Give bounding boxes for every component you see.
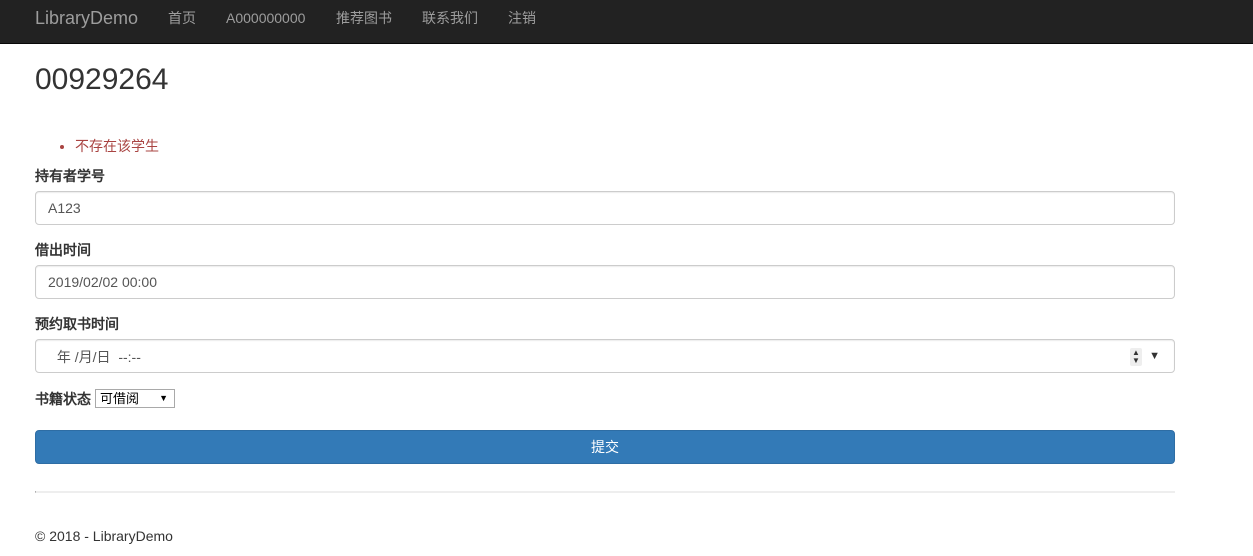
spinner-icon[interactable]: ▲ ▼ — [1130, 348, 1142, 366]
reserve-time-input[interactable]: 年 /月/日 --:-- ▲ ▼ ▼ — [35, 339, 1175, 373]
brand-link[interactable]: LibraryDemo — [35, 0, 138, 36]
top-navbar: LibraryDemo 首页 A000000000 推荐图书 联系我们 注销 — [0, 0, 1253, 44]
validation-summary: 不存在该学生 — [35, 136, 159, 156]
status-label: 书籍状态 — [35, 391, 91, 407]
select-caret-icon: ▼ — [159, 393, 168, 403]
nav-item-logout[interactable]: 注销 — [508, 0, 536, 36]
footer-divider — [35, 491, 1175, 493]
nav-item-recommended-books[interactable]: 推荐图书 — [336, 0, 392, 36]
status-selected-value: 可借阅 — [100, 391, 140, 406]
validation-error: 不存在该学生 — [75, 136, 159, 156]
reserve-time-label: 预约取书时间 — [35, 316, 119, 332]
page-title: 00929264 — [35, 63, 169, 96]
borrow-time-input[interactable] — [35, 265, 1175, 299]
holder-id-label: 持有者学号 — [35, 168, 105, 184]
borrow-time-label: 借出时间 — [35, 242, 91, 258]
footer-text: © 2018 - LibraryDemo — [35, 528, 173, 544]
nav-item-contact[interactable]: 联系我们 — [422, 0, 478, 36]
holder-id-input[interactable] — [35, 191, 1175, 225]
status-row: 书籍状态 可借阅 ▼ — [35, 389, 175, 409]
status-select[interactable]: 可借阅 ▼ — [95, 389, 175, 408]
nav-item-home[interactable]: 首页 — [168, 0, 196, 36]
reserve-time-placeholder: 年 /月/日 --:-- — [53, 349, 141, 365]
nav-item-account[interactable]: A000000000 — [226, 0, 305, 36]
dropdown-arrow-icon[interactable]: ▼ — [1149, 346, 1160, 366]
submit-button[interactable]: 提交 — [35, 430, 1175, 464]
